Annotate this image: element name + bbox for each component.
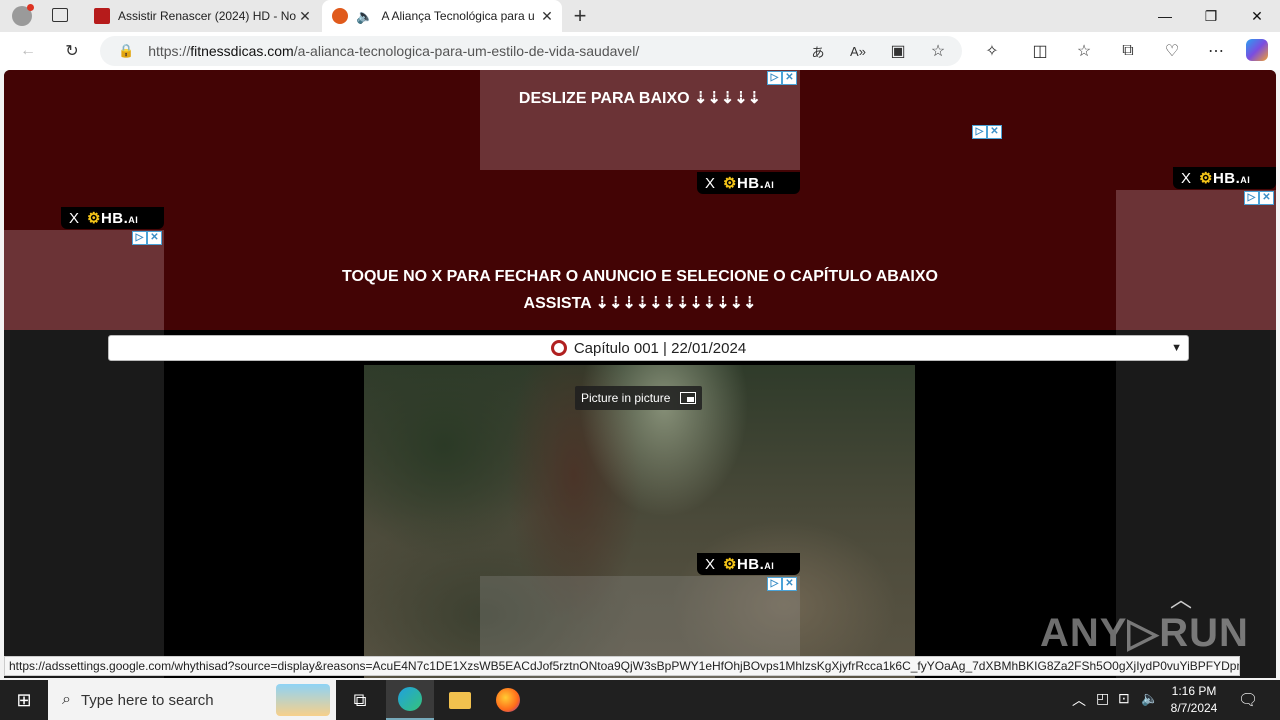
- hb-ad-bar: X ⚙HB.AI: [1173, 167, 1276, 189]
- tab-strip: Assistir Renascer (2024) HD - Nov ✕ 🔈 A …: [0, 0, 1280, 32]
- tab-favicon: [94, 8, 110, 24]
- ad-choices-icon[interactable]: ▷ ✕: [972, 125, 1002, 139]
- back-icon[interactable]: ←: [16, 39, 40, 63]
- hb-ad-bar: X ⚙HB.AI: [697, 172, 800, 194]
- tray-device-icon[interactable]: ◰: [1096, 690, 1109, 707]
- restore-icon[interactable]: ❐: [1188, 0, 1234, 32]
- clock-date: 8/7/2024: [1170, 701, 1218, 715]
- tab-title: Assistir Renascer (2024) HD - Nov: [118, 9, 296, 23]
- hb-ad-bar: X ⚙HB.AI: [61, 207, 164, 229]
- volume-icon[interactable]: 🔈: [1141, 690, 1158, 707]
- notifications-icon[interactable]: 🗨: [1238, 690, 1258, 710]
- search-placeholder: Type here to search: [80, 691, 214, 709]
- pip-label: Picture in picture: [581, 391, 671, 405]
- taskbar: ⊞ ⌕ Type here to search ⧉ ︿ ◰ ⊡ 🔈 1:16 P…: [0, 680, 1280, 720]
- favorite-star-icon[interactable]: ☆: [926, 39, 950, 63]
- left-ad-area: [4, 330, 164, 678]
- web-page: DESLIZE PARA BAIXO ⇣⇣⇣⇣⇣ ▷ ✕ X ⚙HB.AI ▷ ✕ …: [4, 70, 1276, 678]
- favorites-icon[interactable]: ☆: [1072, 39, 1096, 63]
- episode-select-value: Capítulo 001 | 22/01/2024: [573, 339, 747, 357]
- hb-ad-bar: X ⚙HB.AI: [697, 553, 800, 575]
- edge-app-icon[interactable]: [386, 680, 434, 720]
- close-window-icon[interactable]: ✕: [1234, 0, 1280, 32]
- chevron-down-icon: ▼: [1171, 342, 1182, 354]
- close-ad-icon[interactable]: X: [1173, 170, 1199, 187]
- extensions-icon[interactable]: ✧: [980, 39, 1004, 63]
- ad-panel-left[interactable]: [4, 230, 164, 330]
- watch-text: ASSISTA ⇣⇣⇣⇣⇣⇣⇣⇣⇣⇣⇣⇣: [523, 295, 757, 312]
- refresh-icon[interactable]: ↻: [60, 39, 84, 63]
- ad-choices-icon[interactable]: ▷ ✕: [1244, 191, 1274, 205]
- picture-in-picture-button[interactable]: Picture in picture: [575, 386, 703, 410]
- hb-logo: ⚙HB.AI: [723, 175, 775, 192]
- anyrun-watermark: ANY▷RUN: [1040, 611, 1249, 655]
- split-screen-icon[interactable]: ◫: [1028, 39, 1052, 63]
- start-button[interactable]: ⊞: [0, 680, 48, 720]
- network-icon[interactable]: ⊡: [1118, 690, 1130, 707]
- minimize-icon[interactable]: —: [1142, 0, 1188, 32]
- taskbar-search[interactable]: ⌕ Type here to search: [48, 680, 336, 720]
- profile-avatar[interactable]: [12, 4, 34, 26]
- tray-overflow-icon[interactable]: ︿: [1072, 690, 1086, 710]
- search-highlight-icon: [276, 684, 330, 716]
- firefox-icon[interactable]: [484, 680, 532, 720]
- tab-renascer[interactable]: Assistir Renascer (2024) HD - Nov ✕: [84, 0, 320, 32]
- tab-active[interactable]: 🔈 A Aliança Tecnológica para u ✕: [322, 0, 562, 32]
- audio-playing-icon[interactable]: 🔈: [356, 8, 373, 25]
- url-scheme: https://: [148, 43, 191, 59]
- task-view-icon[interactable]: ⧉: [336, 680, 384, 720]
- clock-time: 1:16 PM: [1171, 684, 1217, 698]
- status-url: https://adssettings.google.com/whythisad…: [4, 656, 1240, 676]
- close-tab-icon[interactable]: ✕: [538, 8, 556, 25]
- tab-favicon: [332, 8, 348, 24]
- ad-choices-icon[interactable]: ▷ ✕: [767, 71, 797, 85]
- url-path: /a-alianca-tecnologica-para-um-estilo-de…: [293, 43, 640, 59]
- search-icon: ⌕: [62, 691, 71, 708]
- lock-icon[interactable]: 🔒: [118, 43, 134, 59]
- ad-panel-top[interactable]: [480, 70, 800, 170]
- episode-ring-icon: [550, 340, 567, 356]
- close-ad-icon[interactable]: X: [61, 210, 87, 227]
- collections-icon[interactable]: ⧉: [1116, 39, 1140, 63]
- copilot-icon[interactable]: [1246, 39, 1268, 61]
- scroll-down-text: DESLIZE PARA BAIXO ⇣⇣⇣⇣⇣: [518, 90, 762, 107]
- tab-actions-icon[interactable]: [52, 8, 68, 22]
- immersive-reader-icon[interactable]: ▣: [886, 39, 910, 63]
- ad-choices-icon[interactable]: ▷ ✕: [132, 231, 162, 245]
- pip-icon: [680, 392, 697, 404]
- ad-choices-icon[interactable]: ▷ ✕: [767, 577, 797, 591]
- translate-icon[interactable]: あ: [806, 39, 830, 63]
- tab-title: A Aliança Tecnológica para u: [381, 9, 535, 23]
- episode-select[interactable]: Capítulo 001 | 22/01/2024 ▼: [108, 335, 1189, 361]
- file-explorer-icon[interactable]: [436, 680, 484, 720]
- browser-toolbar: ← ↻ 🔒 https://fitnessdicas.com/a-alianca…: [0, 32, 1280, 70]
- read-aloud-icon[interactable]: A»: [846, 39, 870, 63]
- browser-essentials-icon[interactable]: ♡: [1160, 39, 1184, 63]
- close-tab-icon[interactable]: ✕: [296, 8, 314, 25]
- close-ad-icon[interactable]: X: [697, 175, 723, 192]
- close-ad-icon[interactable]: X: [697, 556, 723, 573]
- url-host: fitnessdicas.com: [190, 43, 294, 59]
- hb-logo: ⚙HB.AI: [87, 210, 139, 227]
- clock[interactable]: 1:16 PM 8/7/2024: [1162, 683, 1226, 717]
- more-menu-icon[interactable]: ⋯: [1204, 39, 1228, 63]
- new-tab-button[interactable]: +: [568, 3, 592, 29]
- instruction-text: TOQUE NO X PARA FECHAR O ANUNCIO E SELEC…: [342, 268, 938, 285]
- hb-logo: ⚙HB.AI: [723, 556, 775, 573]
- address-bar[interactable]: 🔒 https://fitnessdicas.com/a-alianca-tec…: [100, 36, 962, 66]
- ad-panel-right[interactable]: [1116, 190, 1276, 330]
- hb-logo: ⚙HB.AI: [1199, 170, 1251, 187]
